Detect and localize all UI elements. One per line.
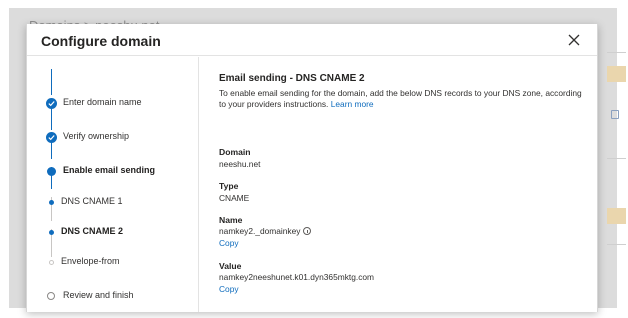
step-enable-email-sending[interactable]: Enable email sending — [27, 165, 197, 182]
pending-step-circle-icon — [47, 292, 55, 300]
copy-value-link[interactable]: Copy — [219, 284, 239, 294]
info-icon[interactable] — [303, 227, 312, 235]
substep-dot-icon — [49, 200, 54, 205]
close-button[interactable] — [567, 33, 581, 47]
learn-more-link[interactable]: Learn more — [331, 99, 374, 109]
step-content: Email sending - DNS CNAME 2 To enable em… — [219, 57, 589, 307]
step-label: DNS CNAME 2 — [61, 226, 124, 236]
current-step-dot-icon — [47, 167, 56, 176]
name-value: namkey2._domainkey — [219, 226, 301, 236]
step-label: Verify ownership — [63, 131, 130, 141]
step-label: Envelope-from — [61, 256, 120, 266]
substep-dns-cname-1[interactable]: DNS CNAME 1 — [27, 196, 197, 213]
check-icon — [46, 132, 57, 143]
step-label: Enable email sending — [63, 165, 156, 175]
value-label: Value — [219, 261, 242, 271]
substep-dot-icon — [49, 260, 54, 265]
substep-dns-cname-2[interactable]: DNS CNAME 2 — [27, 226, 197, 243]
background-divider — [607, 158, 626, 159]
step-connector — [51, 69, 52, 95]
step-navigation: Enter domain name Verify ownership Enabl… — [27, 57, 199, 312]
step-label: Review and finish — [63, 290, 134, 300]
dialog-header: Configure domain — [27, 24, 597, 56]
name-label: Name — [219, 215, 243, 225]
domain-label: Domain — [219, 147, 251, 157]
value-value: namkey2neeshunet.k01.dyn365mktg.com — [219, 272, 375, 282]
step-review-and-finish[interactable]: Review and finish — [27, 290, 197, 307]
substep-envelope-from[interactable]: Envelope-from — [27, 256, 197, 273]
close-icon — [568, 34, 580, 46]
copy-icon — [611, 110, 619, 119]
type-label: Type — [219, 181, 239, 191]
copy-name-link[interactable]: Copy — [219, 238, 239, 248]
step-enter-domain-name[interactable]: Enter domain name — [27, 97, 197, 114]
check-icon — [46, 98, 57, 109]
substep-dot-icon — [49, 230, 54, 235]
background-divider — [607, 52, 626, 53]
intro-body: To enable email sending for the domain, … — [219, 88, 582, 109]
screenshot-frame: Domains > neeshu.net Configure domain — [0, 0, 628, 318]
section-title: Email sending - DNS CNAME 2 — [219, 73, 365, 84]
step-label: Enter domain name — [63, 97, 142, 107]
dialog-title: Configure domain — [41, 33, 161, 49]
background-divider — [607, 244, 626, 245]
name-value-row: namkey2._domainkey — [219, 226, 312, 236]
step-verify-ownership[interactable]: Verify ownership — [27, 131, 197, 148]
domain-value: neeshu.net — [219, 159, 261, 169]
type-value: CNAME — [219, 193, 250, 203]
step-label: DNS CNAME 1 — [61, 196, 123, 206]
intro-text: To enable email sending for the domain, … — [219, 88, 589, 110]
background-highlight-row — [607, 66, 626, 82]
configure-domain-dialog: Configure domain Enter domain name Verif… — [26, 24, 598, 312]
background-highlight-row — [607, 208, 626, 224]
